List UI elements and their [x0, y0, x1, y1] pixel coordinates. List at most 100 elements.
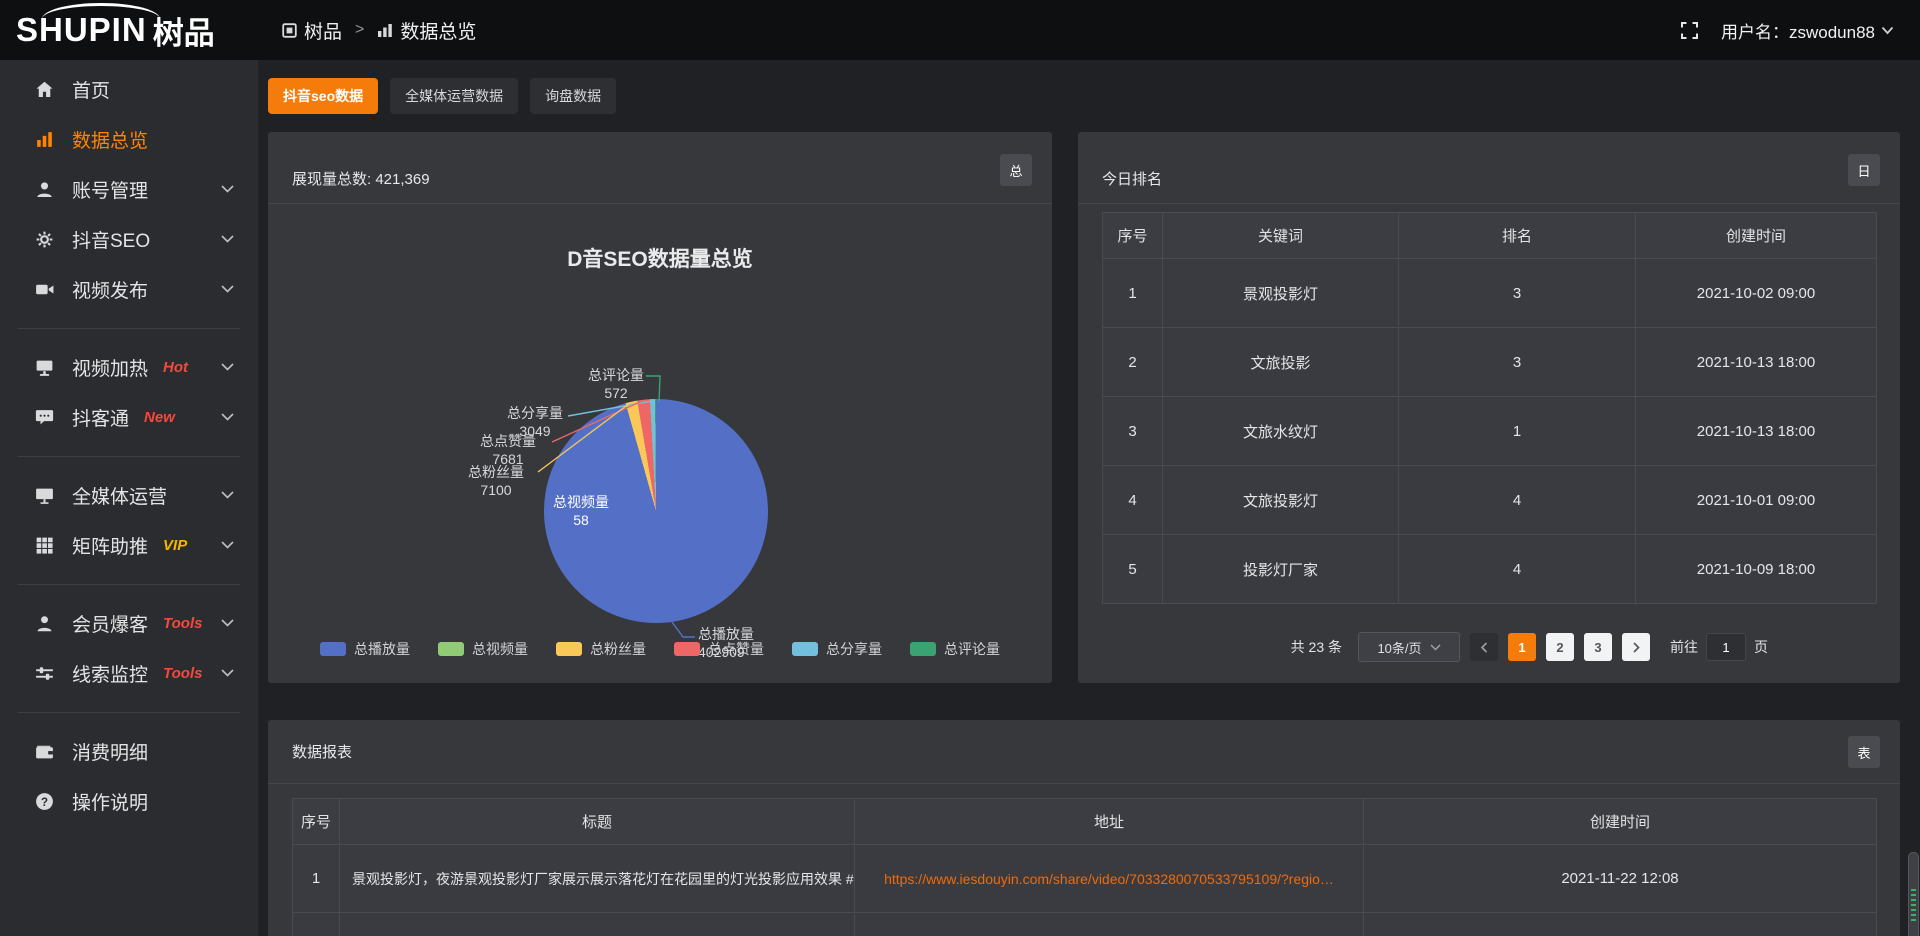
chat-bubble-icon [34, 407, 55, 428]
hot-badge: Hot [163, 359, 188, 376]
sidebar-item-lead-monitor[interactable]: 线索监控 Tools [0, 648, 258, 698]
wallet-icon [34, 741, 55, 762]
legend-item-fans[interactable]: 总粉丝量 [556, 639, 646, 659]
legend-swatch [320, 642, 346, 656]
breadcrumb-current-label: 数据总览 [400, 17, 476, 44]
video-link[interactable]: https://www.iesdouyin.com/share/video/70… [884, 871, 1334, 887]
legend-item-comments[interactable]: 总评论量 [910, 639, 1000, 659]
ranking-table: 序号 关键词 排名 创建时间 1景观投影灯32021-10-02 09:00 2… [1102, 212, 1877, 604]
pagination-total: 共 23 条 [1291, 637, 1342, 657]
pagination: 共 23 条 10条/页 1 2 3 前往 页 [1078, 632, 1900, 662]
breadcrumb-separator: > [355, 21, 364, 39]
legend-swatch [910, 642, 936, 656]
tab-inquiry-data[interactable]: 询盘数据 [530, 78, 616, 114]
chevron-down-icon [221, 669, 234, 677]
sidebar-item-matrix-boost[interactable]: 矩阵助推 VIP [0, 520, 258, 570]
legend-swatch [556, 642, 582, 656]
legend-item-plays[interactable]: 总播放量 [320, 639, 410, 659]
sidebar-item-member-burst[interactable]: 会员爆客 Tools [0, 598, 258, 648]
sidebar-divider [18, 712, 240, 713]
chevron-down-icon [221, 491, 234, 499]
table-row: 1景观投影灯32021-10-02 09:00 [1103, 259, 1877, 328]
tools-badge: Tools [163, 615, 202, 632]
goto-page-input[interactable] [1706, 633, 1746, 661]
home-icon [34, 79, 55, 100]
table-row: 4文旅投影灯42021-10-01 09:00 [1103, 466, 1877, 535]
legend-item-shares[interactable]: 总分享量 [792, 639, 882, 659]
page-size-select[interactable]: 10条/页 [1358, 632, 1460, 662]
today-ranking-panel: 今日排名 日 序号 关键词 排名 创建时间 1景观投影灯32021-10-02 … [1078, 132, 1900, 683]
page-button-2[interactable]: 2 [1546, 633, 1574, 661]
page-scrollbar [1907, 0, 1920, 936]
user-icon [34, 179, 55, 200]
total-corner-button[interactable]: 总 [1000, 154, 1032, 186]
sidebar-item-douketong[interactable]: 抖客通 New [0, 392, 258, 442]
prev-page-button[interactable] [1470, 633, 1498, 661]
page-button-1[interactable]: 1 [1508, 633, 1536, 661]
sidebar-divider [18, 328, 240, 329]
tab-media-operation-data[interactable]: 全媒体运营数据 [390, 78, 518, 114]
top-header: SHUPIN 树品 树品 > 数据总览 用户名：zswo [0, 0, 1920, 60]
chevron-down-icon [221, 235, 234, 243]
page-button-3[interactable]: 3 [1584, 633, 1612, 661]
table-row: 3文旅水纹灯12021-10-13 18:00 [1103, 397, 1877, 466]
legend-item-likes[interactable]: 总点赞量 [674, 639, 764, 659]
impressions-summary: 展现量总数: 421,369 [268, 132, 1052, 204]
goto-label: 前往 [1670, 637, 1698, 657]
chevron-down-icon [221, 541, 234, 549]
sidebar-nav: 首页 数据总览 账号管理 抖音SEO 视频发布 视频加热 Hot [0, 60, 258, 936]
breadcrumb-home[interactable]: 树品 [282, 17, 342, 44]
sidebar-item-help[interactable]: ? 操作说明 [0, 776, 258, 826]
day-corner-button[interactable]: 日 [1848, 154, 1880, 186]
video-camera-icon [34, 279, 55, 300]
chevron-down-icon [221, 619, 234, 627]
table-header-row: 序号 标题 地址 创建时间 [293, 799, 1877, 845]
svg-text:?: ? [41, 796, 48, 808]
chevron-down-icon [221, 363, 234, 371]
legend-item-videos[interactable]: 总视频量 [438, 639, 528, 659]
chevron-left-icon [1481, 642, 1488, 653]
legend-swatch [438, 642, 464, 656]
heat-screen-icon [34, 357, 55, 378]
table-corner-button[interactable]: 表 [1848, 736, 1880, 768]
table-row: 5投影灯厂家42021-10-09 18:00 [1103, 535, 1877, 604]
chevron-down-icon [221, 413, 234, 421]
username-label: 用户名：zswodun88 [1721, 18, 1875, 43]
sidebar-item-home[interactable]: 首页 [0, 64, 258, 114]
impressions-panel: 展现量总数: 421,369 总 D音SEO数据量总览 总评论量572 总分享量… [268, 132, 1052, 683]
new-badge: New [144, 409, 175, 426]
chevron-down-icon [221, 185, 234, 193]
chart-legend: 总播放量 总视频量 总粉丝量 总点赞量 总分享量 总评论量 [268, 639, 1052, 659]
chevron-down-icon [221, 285, 234, 293]
fullscreen-icon[interactable] [1680, 21, 1699, 40]
legend-swatch [674, 642, 700, 656]
sliders-icon [34, 663, 55, 684]
sidebar-item-spend-detail[interactable]: 消费明细 [0, 726, 258, 776]
sidebar-item-douyin-seo[interactable]: 抖音SEO [0, 214, 258, 264]
next-page-button[interactable] [1622, 633, 1650, 661]
logo-arc [42, 3, 160, 19]
scrollbar-stripes [1911, 887, 1916, 921]
chart-title: D音SEO数据量总览 [268, 243, 1052, 273]
ranking-panel-title: 今日排名 [1078, 132, 1900, 204]
sidebar-divider [18, 584, 240, 585]
scrollbar-thumb[interactable] [1908, 852, 1919, 936]
vip-badge: VIP [163, 537, 187, 554]
sidebar-item-video-heat[interactable]: 视频加热 Hot [0, 342, 258, 392]
sidebar-item-media-operation[interactable]: 全媒体运营 [0, 470, 258, 520]
chevron-down-icon [1881, 26, 1894, 35]
breadcrumb-current[interactable]: 数据总览 [377, 17, 476, 44]
bar-chart-icon [34, 129, 55, 150]
bar-chart-icon [377, 23, 393, 38]
sidebar-divider [18, 456, 240, 457]
pie-label-videos: 总视频量58 [531, 493, 631, 529]
table-row: 2文旅投影32021-10-13 18:00 [1103, 328, 1877, 397]
sidebar-item-account[interactable]: 账号管理 [0, 164, 258, 214]
pie-chart-area: D音SEO数据量总览 总评论量572 总分享量3049 总点赞量7681 总粉丝… [268, 205, 1052, 683]
sidebar-item-data-overview[interactable]: 数据总览 [0, 114, 258, 164]
tab-douyin-seo-data[interactable]: 抖音seo数据 [268, 78, 378, 114]
sidebar-item-video-publish[interactable]: 视频发布 [0, 264, 258, 314]
user-menu[interactable]: 用户名：zswodun88 [1721, 18, 1894, 43]
member-icon [34, 613, 55, 634]
breadcrumb-home-label: 树品 [304, 17, 342, 44]
